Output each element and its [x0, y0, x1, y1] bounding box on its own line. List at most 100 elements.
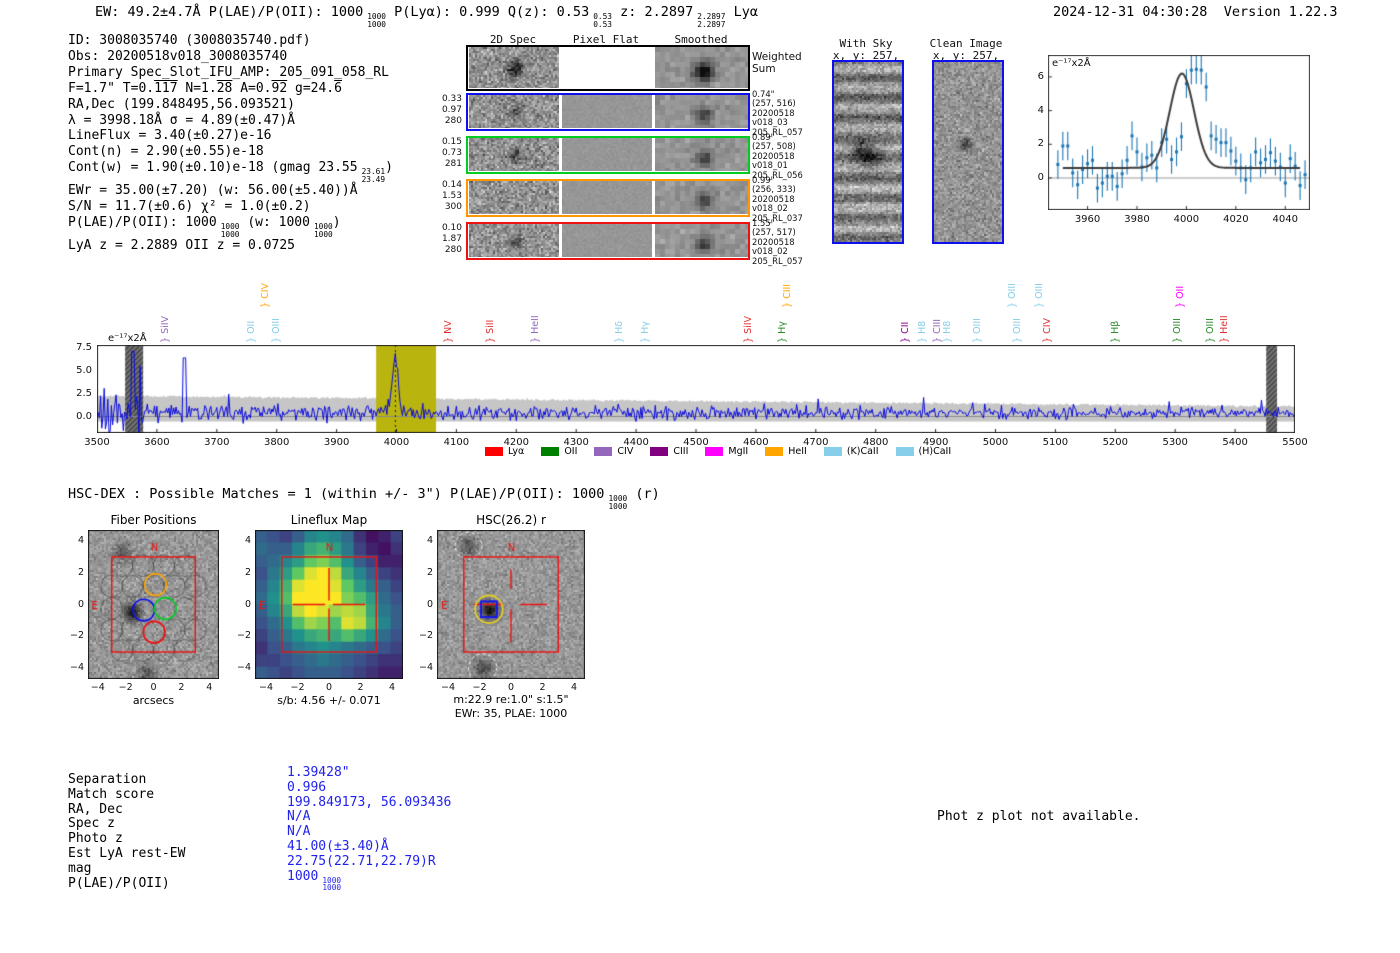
emission-line-label: } SiII [485, 319, 497, 343]
spectrum-xtick: 5100 [1042, 437, 1069, 448]
match-table-row-value: 41.00(±3.40)Å [287, 838, 451, 855]
text-segment: Cont(w) = 1.90(±0.10)e-18 (gmag 23.55 [68, 160, 358, 176]
full-spectrum-plot [97, 345, 1295, 433]
text-segment: P(Lyα): 0.999 Q(z): 0.53 [386, 4, 590, 20]
text-segment: 41.00(±3.40)Å [287, 838, 389, 854]
emission-line-label: } Hγ [639, 321, 651, 343]
text-segment: ID: 3008035740 (3008035740.pdf) [68, 33, 311, 48]
zoom-plot-xtick: 3960 [1074, 214, 1101, 225]
emission-line-label: } OIII [971, 318, 983, 343]
info-line: LyA z = 2.2889 OII z = 0.0725 [68, 238, 393, 254]
thumbnail-ytick: 0 [244, 598, 251, 610]
fiber-positions-title: Fiber Positions [110, 513, 197, 527]
thumbnail-ytick: −4 [236, 661, 251, 673]
text-segment: λ = 3998.18Å σ = 4.89(±0.47)Å [68, 112, 295, 128]
info-line: P(LAE)/P(OII): 1000 1000 1000 (w: 1000 1000… [68, 215, 393, 238]
text-segment: 22.75(22.71,22.79)R [287, 853, 436, 869]
hsc-cutout-image [437, 530, 585, 679]
thumbnail-ytick: 0 [426, 598, 433, 610]
spec2d-spec-image [469, 47, 559, 88]
spec2d-flat-image [562, 138, 652, 171]
spectrum-xtick: 3600 [144, 437, 170, 448]
spectrum-xtick: 4000 [383, 437, 410, 448]
thumbnail-ytick: 4 [244, 535, 251, 547]
info-line: Cont(n) = 2.90(±0.55)e-18 [68, 144, 393, 160]
legend-label: MgII [728, 446, 749, 457]
emission-line-label: } OIII [1007, 283, 1019, 308]
emission-line-label: } CIV [259, 283, 271, 308]
thumbnail-xtick: −2 [290, 682, 305, 693]
thumbnail-xtick: 4 [388, 682, 395, 693]
spec2d-smooth-image [655, 181, 748, 214]
text-segment: S/N = 11.7(±0.6) χ² = 1.0(±0.2) [68, 199, 311, 215]
thumbnail-ytick: 4 [77, 535, 84, 547]
stacked-fraction: 1000 1000 [313, 222, 333, 239]
info-line: S/N = 11.7(±0.6) χ² = 1.0(±0.2) [68, 199, 393, 215]
text-segment: P(LAE)/P(OII): 1000 [68, 215, 217, 231]
legend-item: (H)CaII [895, 446, 951, 457]
match-table-row-value: N/A [287, 824, 451, 840]
text-segment: A=0. [232, 80, 272, 96]
spec2d-fiber-row [466, 93, 750, 131]
spec2d-row-annotation: 0.89" (257, 508) 20200518 v018_01 205_RL_056 [752, 132, 803, 180]
match-table-row-value: 1000 1000 1000 [287, 869, 451, 892]
spectrum-legend: Lyα OII CIV CIII MgII HeII (K)CaII (H)CaII [485, 446, 951, 457]
spectrum-xtick: 3900 [323, 437, 350, 448]
legend-label: HeII [788, 446, 807, 457]
spectrum-ytick: 5.0 [76, 364, 92, 376]
overline-segment: 6 [334, 80, 342, 96]
spectrum-ytick: 7.5 [76, 341, 92, 353]
emission-line-label: } CII [900, 321, 912, 343]
info-line: RA,Dec (199.848495,56.093521) [68, 97, 393, 113]
stacked-fraction: 0.53 0.53 [593, 12, 612, 29]
text-segment: RA,Dec (199.848495,56.093521) [68, 96, 295, 112]
photz-note: Phot z plot not available. [937, 809, 1141, 824]
text-segment: EW: 49.2±4.7Å P(LAE)/P(OII): 1000 [95, 4, 364, 20]
weighted-sum-label: Weighted Sum [752, 51, 802, 75]
legend-item: HeII [765, 446, 807, 457]
spec2d-smooth-image [655, 47, 748, 88]
spectrum-xtick: 5500 [1282, 437, 1308, 448]
info-line: ID: 3008035740 (3008035740.pdf) [68, 33, 393, 49]
overline-segment: 117 [154, 80, 178, 96]
legend-swatch [895, 447, 914, 456]
emission-line-label: } SiIV [742, 315, 754, 343]
emission-line-label: } H8 [916, 320, 928, 343]
emission-line-label: } Hβ [1110, 320, 1122, 343]
info-line: F=1.7" T=0.117 N=1.28 A=0.92 g=24.6 [68, 81, 393, 97]
hsc-cutout-params: m:22.9 re:1.0" s:1.5" [453, 693, 569, 706]
emission-line-label: } Hδ [614, 320, 626, 343]
thumbnail-xtick: −2 [118, 682, 133, 693]
emission-line-label: } SiIV [160, 315, 172, 343]
spectrum-ytick: 2.5 [76, 387, 92, 399]
lineflux-map-caption: s/b: 4.56 +/- 0.071 [277, 694, 381, 707]
zoom-plot-ytick: 4 [1037, 104, 1044, 116]
match-table-row-label: P(LAE)/P(OII) [68, 875, 170, 891]
spectrum-xtick: 3700 [204, 437, 230, 448]
text-segment: N/A [287, 824, 311, 840]
info-line: LineFlux = 3.40(±0.27)e-16 [68, 128, 393, 144]
spec2d-row-left-labels: 0.10 1.87 280 [441, 223, 462, 255]
line-fit-zoom-plot [1048, 55, 1310, 210]
info-line: Obs: 20200518v018_3008035740 [68, 49, 393, 65]
text-segment: (r) [627, 486, 660, 502]
fiber-positions-xlabel: arcsecs [132, 694, 175, 707]
report-datetime: 2024-12-31 04:30:28 [1053, 4, 1208, 20]
thumbnail-xtick: 0 [150, 682, 157, 693]
spec2d-smooth-image [655, 224, 748, 257]
detection-info-block: ID: 3008035740 (3008035740.pdf) Obs: 2020… [68, 33, 393, 254]
zoom-plot-ytick: 6 [1037, 70, 1044, 82]
text-segment: 0.996 [287, 779, 327, 795]
spec2d-fiber-row [466, 179, 750, 217]
stacked-fraction: 1000 1000 [367, 12, 386, 29]
legend-label: (K)CaII [846, 446, 879, 457]
thumbnail-ytick: 4 [426, 535, 433, 547]
emission-line-label: } H8 [941, 320, 953, 343]
legend-swatch [705, 447, 724, 456]
spec2d-row-left-labels: 0.14 1.53 300 [441, 180, 462, 212]
thumbnail-ytick: −2 [236, 630, 251, 642]
text-segment: LyA z = 2.2889 OII z = 0.0725 [68, 238, 295, 254]
text-segment: ) [385, 160, 393, 176]
lineflux-map-title: Lineflux Map [290, 513, 368, 527]
zoom-plot-xtick: 4040 [1272, 214, 1298, 225]
